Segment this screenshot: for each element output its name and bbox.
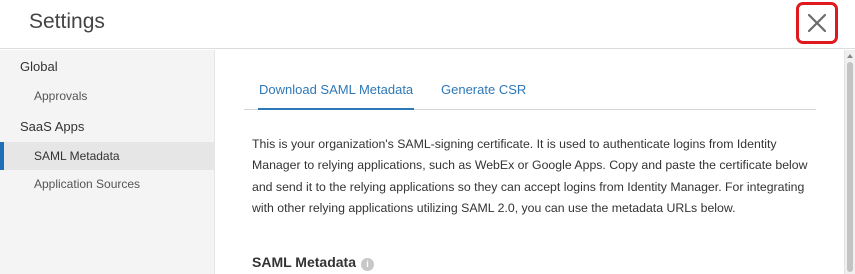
certificate-description: This is your organization's SAML-signing… [252,137,808,215]
section-title-text: SAML Metadata [252,254,356,270]
scroll-up-arrow-icon[interactable] [847,54,853,58]
sidebar-group-saas-apps: SaaS Apps [20,119,85,134]
saml-metadata-heading: SAML Metadata i [252,254,374,271]
tab-generate-csr[interactable]: Generate CSR [441,82,526,110]
settings-header: Settings [0,0,855,49]
tab-download-saml-metadata[interactable]: Download SAML Metadata [258,82,415,110]
vertical-scrollbar[interactable] [844,50,855,274]
sidebar-item-application-sources[interactable]: Application Sources [0,170,215,198]
scrollbar-thumb[interactable] [847,62,853,272]
tab-bar: Download SAML Metadata Generate CSR [244,79,816,110]
sidebar-item-label: SAML Metadata [34,149,120,163]
sidebar-item-label: Approvals [34,89,88,103]
close-icon[interactable] [802,8,832,38]
sidebar-item-saml-metadata[interactable]: SAML Metadata [0,142,215,170]
page-title: Settings [29,10,105,33]
sidebar-item-approvals[interactable]: Approvals [0,82,215,110]
settings-content: Download SAML Metadata Generate CSR This… [216,50,844,274]
info-icon[interactable]: i [360,258,374,271]
settings-sidebar: Global Approvals SaaS Apps SAML Metadata… [0,50,215,274]
sidebar-item-label: Application Sources [34,177,141,191]
sidebar-group-global: Global [20,59,58,74]
close-button[interactable] [802,8,832,38]
